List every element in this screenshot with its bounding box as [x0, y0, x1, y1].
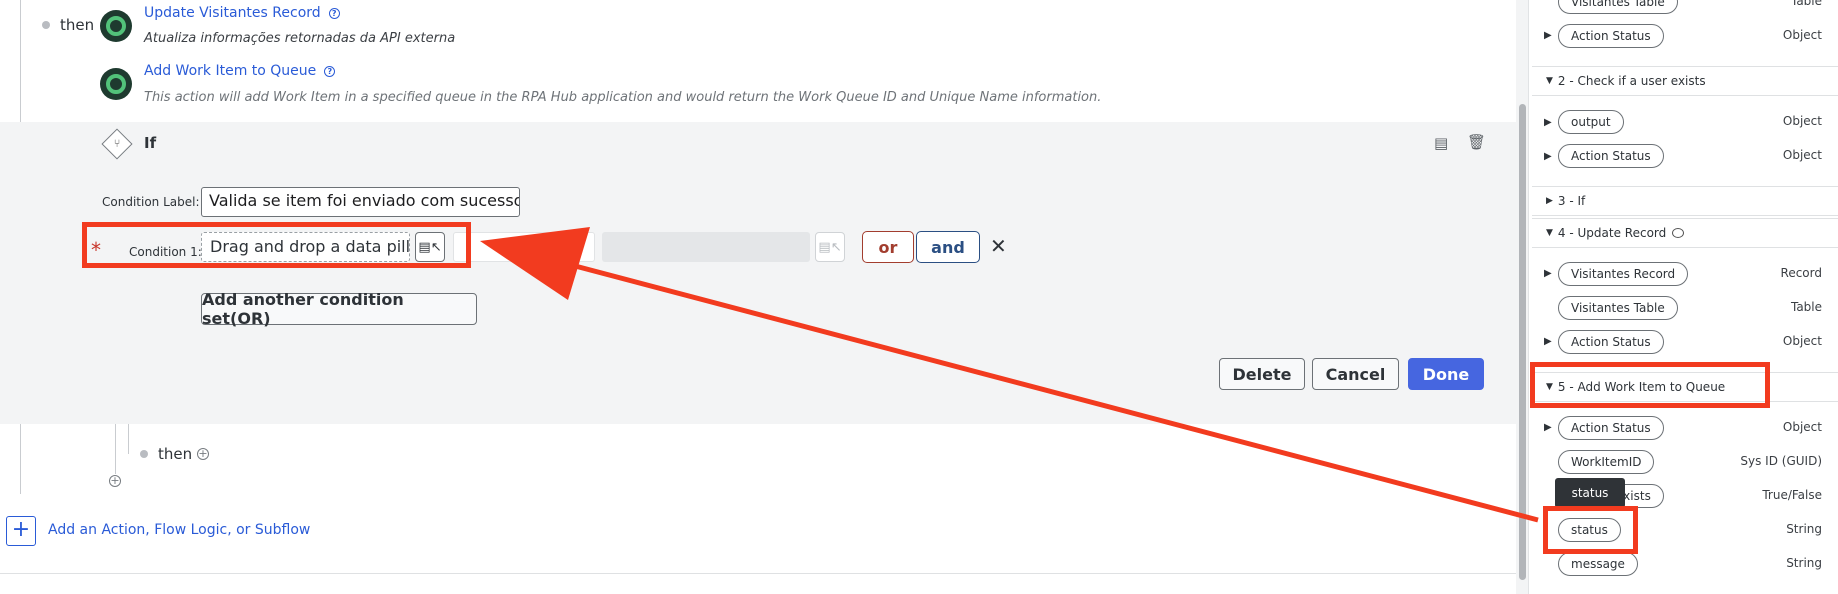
expand-icon[interactable]: ▶ [1544, 268, 1552, 279]
data-type: Object [1782, 334, 1822, 348]
expand-icon[interactable]: ▶ [1544, 30, 1552, 41]
section-2-title: 2 - Check if a user exists [1557, 74, 1706, 88]
data-pill[interactable]: WorkItemID [1558, 450, 1655, 474]
and-button[interactable]: and [916, 231, 980, 263]
data-type: Sys ID (GUID) [1740, 454, 1822, 468]
step-update-description: Atualiza informações retornadas da API e… [144, 31, 456, 46]
operator-select[interactable] [453, 232, 595, 262]
condition-label-caption: Condition Label: [102, 195, 200, 209]
expand-icon[interactable]: ▶ [1544, 151, 1552, 162]
flow-connector [20, 0, 21, 24]
help-icon[interactable]: ? [328, 8, 340, 19]
divider [0, 573, 1516, 574]
section-3-title: 3 - If [1557, 194, 1586, 208]
section-3-header[interactable]: ▶ 3 - If [1532, 186, 1838, 216]
section-4-header[interactable]: ▼ 4 - Update Record [1532, 218, 1838, 248]
then-label-inner: then [158, 445, 193, 463]
highlight-status-pill [1543, 506, 1638, 554]
collapse-icon: ▼ [1546, 228, 1553, 238]
help-icon[interactable]: ? [324, 66, 336, 77]
step-update-title[interactable]: Update Visitantes Record? [144, 5, 340, 21]
add-action-plus-icon[interactable]: + [6, 516, 36, 546]
data-pill[interactable]: Visitantes Table [1558, 0, 1678, 14]
data-pill[interactable]: output [1558, 110, 1624, 134]
if-label: If [144, 134, 157, 152]
collapse-icon: ▼ [1546, 76, 1553, 86]
value-field[interactable] [602, 232, 810, 262]
data-pill[interactable]: Visitantes Table [1558, 296, 1678, 320]
highlight-section-5 [1530, 362, 1770, 408]
section-2-header[interactable]: ▼ 2 - Check if a user exists [1532, 66, 1838, 96]
expand-icon: ▶ [1546, 196, 1553, 206]
data-pill[interactable]: message [1558, 552, 1638, 576]
data-type: String [1786, 522, 1822, 536]
highlight-condition-1 [82, 222, 471, 268]
data-pill[interactable]: Visitantes Record [1558, 262, 1689, 286]
or-button[interactable]: or [862, 231, 914, 263]
step-add-work-icon[interactable] [100, 68, 132, 100]
expand-icon[interactable]: ▶ [1544, 422, 1552, 433]
data-pill[interactable]: Action Status [1558, 144, 1664, 168]
data-type: Object [1782, 148, 1822, 162]
flow-connector [115, 424, 116, 474]
data-pill[interactable]: Action Status [1558, 24, 1664, 48]
branch-dot [140, 450, 148, 458]
data-type: Table [1790, 0, 1822, 8]
trash-icon[interactable]: 🗑 [1467, 133, 1486, 151]
step-add-work-description: This action will add Work Item in a spec… [144, 90, 1102, 105]
condition-label-input[interactable]: Valida se item foi enviado com sucesso p [201, 187, 520, 217]
data-type: Object [1782, 114, 1822, 128]
data-type: Object [1782, 28, 1822, 42]
branch-icon: ⑂ [113, 137, 121, 150]
expand-icon[interactable]: ▶ [1544, 336, 1552, 347]
add-note-icon[interactable]: ▤ [1434, 134, 1448, 152]
add-step-icon[interactable]: + [109, 475, 121, 487]
step-update-icon[interactable] [100, 10, 132, 42]
step-update-title-text[interactable]: Update Visitantes Record [144, 5, 321, 21]
scrollbar-thumb[interactable] [1519, 104, 1526, 580]
step-add-work-title-text[interactable]: Add Work Item to Queue [144, 63, 316, 79]
flow-canvas: then Update Visitantes Record? Atualiza … [0, 0, 1516, 594]
done-button[interactable]: Done [1408, 358, 1484, 390]
value-picker-button[interactable]: ▤↖ [815, 232, 845, 262]
step-add-work-title[interactable]: Add Work Item to Queue? [144, 63, 336, 79]
drag-tooltip: status [1555, 478, 1625, 508]
add-action-link[interactable]: Add an Action, Flow Logic, or Subflow [48, 522, 310, 538]
branch-dot [42, 21, 50, 29]
comment-icon [1672, 228, 1685, 238]
cancel-button[interactable]: Cancel [1312, 358, 1399, 390]
then-label: then [60, 16, 95, 34]
data-type: Object [1782, 420, 1822, 434]
data-pill[interactable]: Action Status [1558, 416, 1664, 440]
flow-connector [128, 424, 129, 454]
delete-button[interactable]: Delete [1219, 358, 1305, 390]
remove-condition-icon[interactable]: ✕ [990, 234, 1007, 258]
data-type: True/False [1762, 488, 1822, 502]
data-type: Record [1780, 266, 1822, 280]
flow-designer-screen: then Update Visitantes Record? Atualiza … [0, 0, 1838, 594]
add-condition-set-button[interactable]: Add another condition set(OR) [201, 290, 477, 328]
data-pill[interactable]: Action Status [1558, 330, 1664, 354]
data-type: Table [1790, 300, 1822, 314]
section-4-title: 4 - Update Record [1557, 226, 1667, 240]
data-type: String [1786, 556, 1822, 570]
expand-icon[interactable]: ▶ [1544, 117, 1552, 128]
add-step-icon[interactable]: + [197, 448, 209, 460]
